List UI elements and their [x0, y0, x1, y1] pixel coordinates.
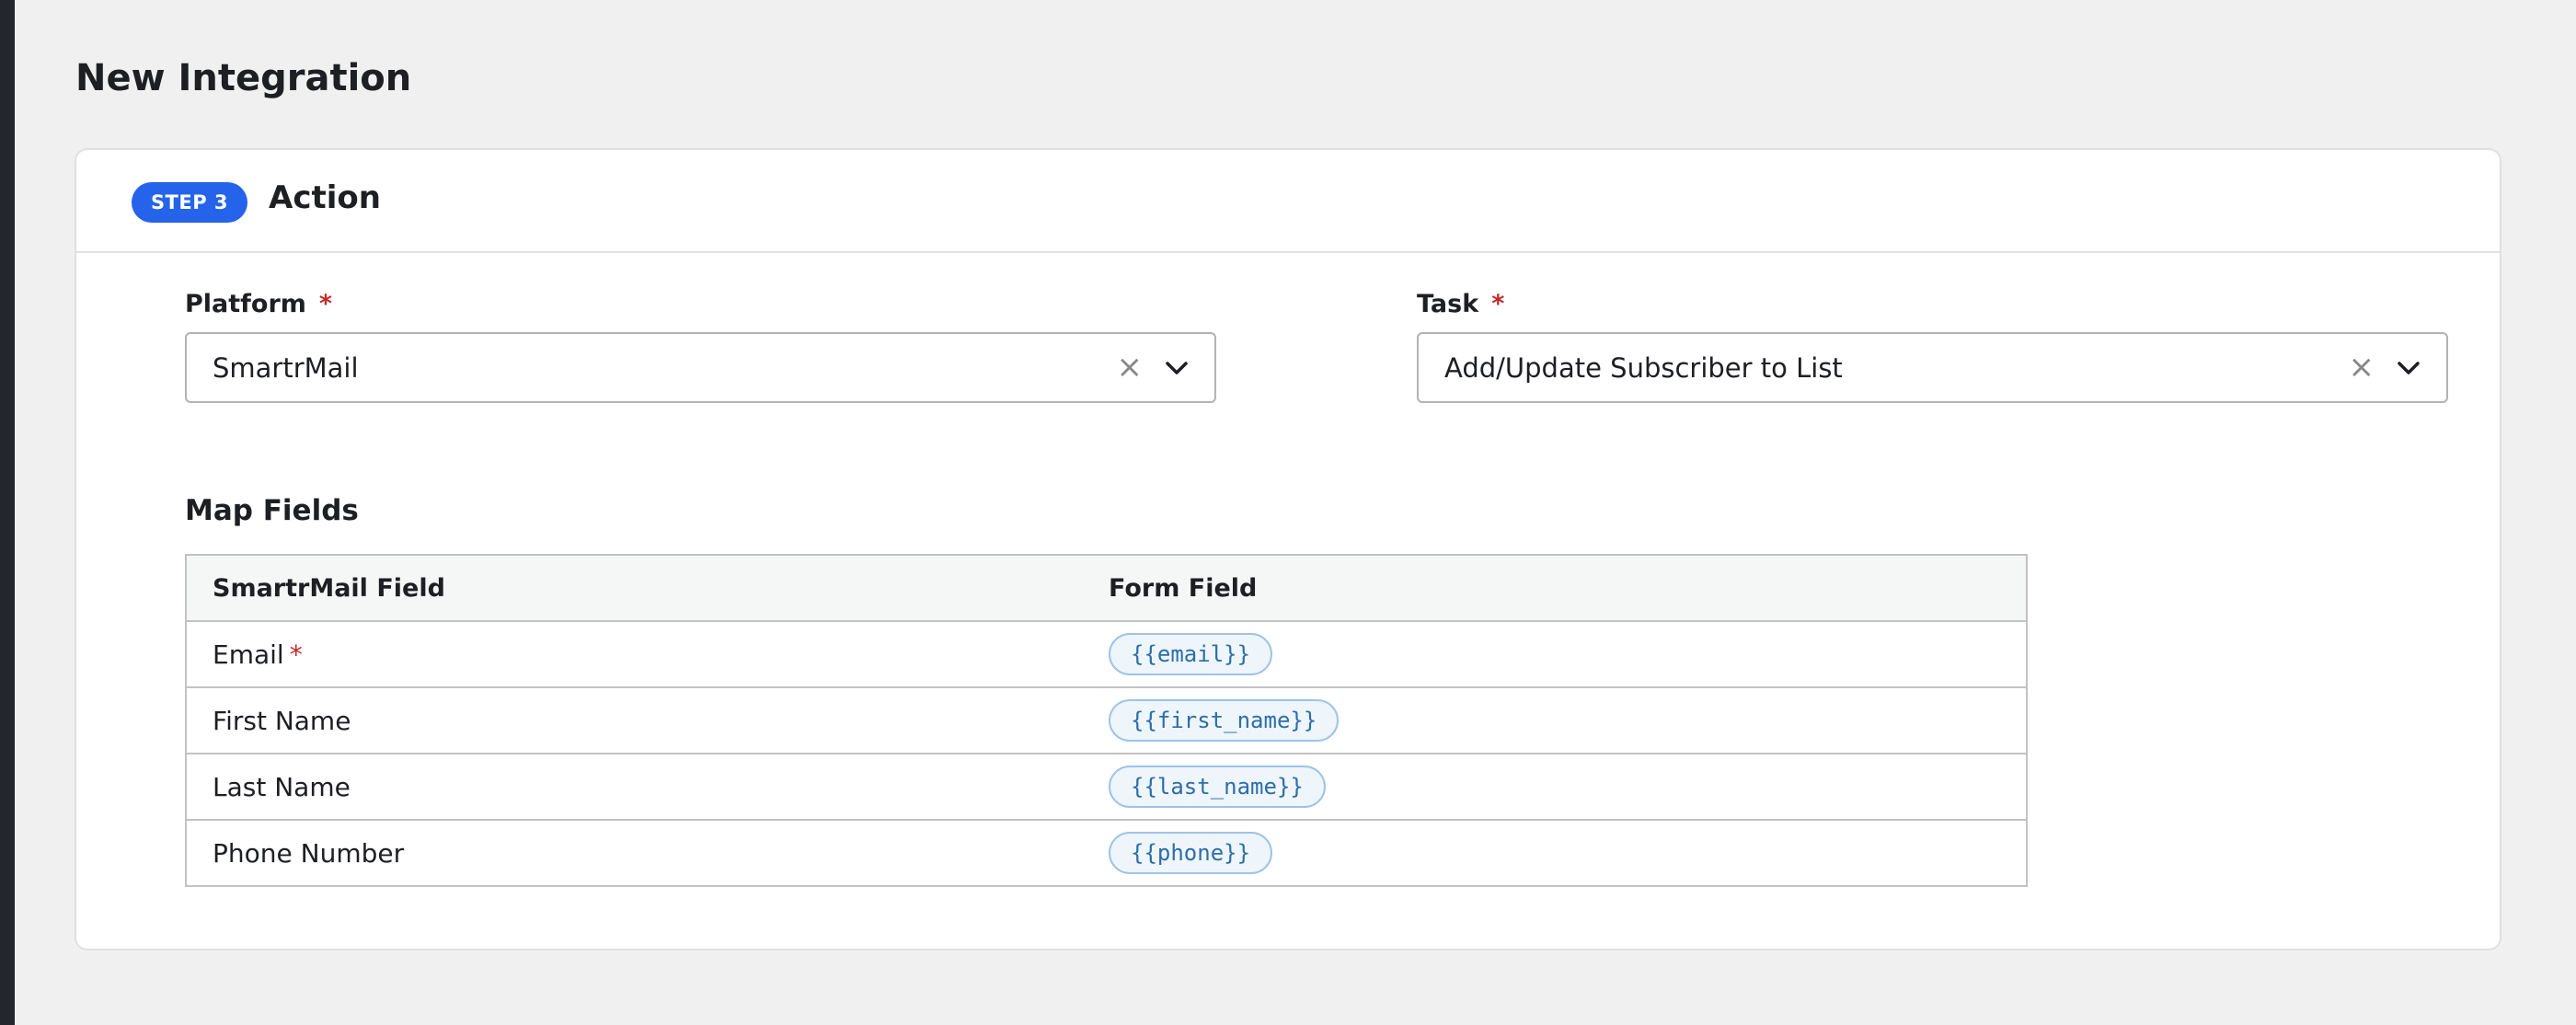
form-field-token[interactable]: {{first_name}} — [1109, 699, 1340, 742]
field-name: Phone Number — [213, 837, 405, 869]
platform-select[interactable]: SmartrMail × — [185, 332, 1216, 403]
mapping-field-cell: Last Name — [186, 754, 1109, 821]
close-icon[interactable]: × — [1117, 350, 1144, 385]
mapping-field-cell: Phone Number — [186, 820, 1109, 887]
form-field-token[interactable]: {{phone}} — [1109, 832, 1273, 874]
page-title: New Integration — [75, 57, 412, 99]
platform-label: Platform * — [185, 290, 332, 318]
app-sidebar-edge — [0, 0, 15, 1025]
required-marker: * — [289, 639, 303, 670]
close-icon[interactable]: × — [2349, 350, 2375, 385]
table-header-row: SmartrMail Field Form Field — [186, 555, 2027, 622]
form-field-cell: {{last_name}} — [1109, 754, 2027, 821]
required-marker: * — [1491, 290, 1505, 318]
step-badge: STEP 3 — [132, 182, 247, 223]
required-marker: * — [318, 290, 333, 318]
column-header: SmartrMail Field — [186, 555, 1109, 622]
field-mapping-table: SmartrMail Field Form Field Email * {{ema… — [185, 554, 2028, 887]
chevron-down-icon[interactable] — [1165, 360, 1189, 376]
form-field-cell: {{email}} — [1109, 621, 2027, 688]
platform-label-text: Platform — [185, 290, 306, 318]
integration-step-card: STEP 3 Action Platform * SmartrMail × Tas… — [75, 148, 2501, 950]
form-field-token[interactable]: {{last_name}} — [1109, 766, 1326, 808]
table-row: First Name {{first_name}} — [186, 687, 2027, 754]
field-name: First Name — [213, 705, 351, 736]
map-fields-title: Map Fields — [185, 494, 359, 527]
form-field-token[interactable]: {{email}} — [1109, 633, 1273, 675]
step-title: Action — [269, 179, 381, 216]
form-field-cell: {{first_name}} — [1109, 687, 2027, 754]
column-header: Form Field — [1109, 555, 2027, 622]
mapping-field-cell: Email * — [186, 621, 1109, 688]
field-name: Last Name — [213, 771, 351, 802]
platform-select-value: SmartrMail — [213, 352, 359, 384]
table-row: Last Name {{last_name}} — [186, 754, 2027, 821]
step-header: STEP 3 Action — [76, 150, 2500, 253]
task-label: Task * — [1417, 290, 1504, 318]
field-name: Email — [213, 639, 284, 670]
chevron-down-icon[interactable] — [2397, 360, 2421, 376]
form-field-cell: {{phone}} — [1109, 820, 2027, 887]
mapping-field-cell: First Name — [186, 687, 1109, 754]
table-row: Phone Number {{phone}} — [186, 820, 2027, 887]
task-label-text: Task — [1417, 290, 1479, 318]
task-select[interactable]: Add/Update Subscriber to List × — [1417, 332, 2448, 403]
table-row: Email * {{email}} — [186, 621, 2027, 688]
task-select-value: Add/Update Subscriber to List — [1444, 352, 1843, 384]
